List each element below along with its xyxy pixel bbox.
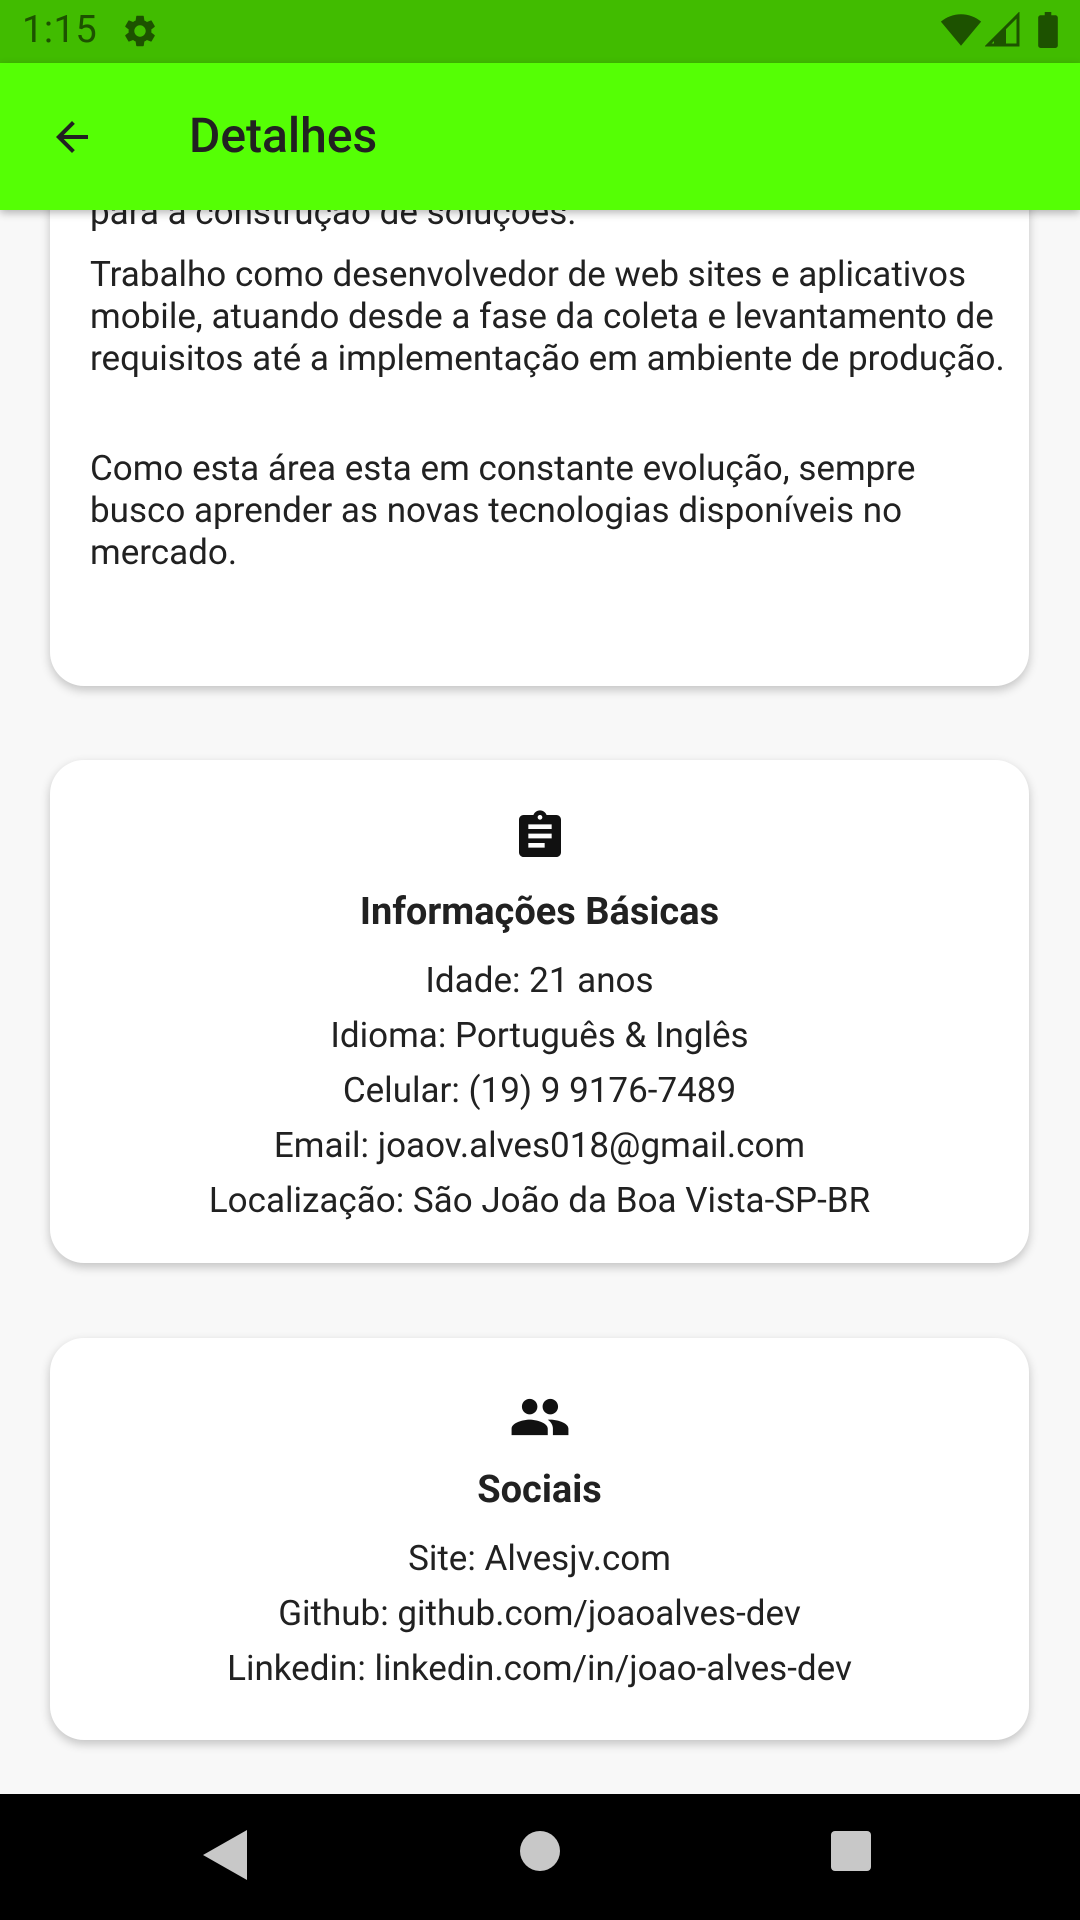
info-age: Idade: 21 anos	[425, 960, 654, 1001]
details-content[interactable]: tecnologia juntamente com a união de dif…	[0, 210, 1080, 1794]
social-card: Sociais Site: Alvesjv.com Github: github…	[50, 1338, 1029, 1740]
about-paragraph: Como esta área esta em constante evoluçã…	[90, 448, 916, 573]
info-phone: Celular: (19) 9 9176-7489	[342, 1070, 737, 1111]
status-bar: 1:15	[0, 0, 1080, 63]
social-site-link[interactable]: Site: Alvesjv.com	[50, 1538, 1029, 1579]
navigation-bar	[0, 1794, 1080, 1920]
signal-icon	[985, 12, 1020, 47]
about-paragraph: tecnologia juntamente com a união de dif…	[90, 210, 577, 233]
social-linkedin-link[interactable]: Linkedin: linkedin.com/in/joao-alves-dev	[50, 1648, 1029, 1689]
social-github-link[interactable]: Github: github.com/joaoalves-dev	[50, 1593, 1029, 1634]
app-bar: Detalhes	[0, 63, 1080, 210]
about-paragraph: Trabalho como desenvolvedor de web sites…	[90, 254, 1005, 379]
back-button[interactable]	[42, 109, 102, 165]
clipboard-icon	[50, 808, 1029, 864]
about-card: tecnologia juntamente com a união de dif…	[50, 210, 1029, 686]
nav-home-icon[interactable]	[520, 1831, 560, 1871]
settings-icon	[125, 15, 155, 47]
card-title: Informações Básicas	[359, 890, 720, 934]
battery-icon	[1038, 12, 1058, 48]
people-icon	[50, 1386, 1029, 1448]
info-language: Idioma: Português & Inglês	[330, 1015, 749, 1056]
info-email: Email: joaov.alves018@gmail.com	[273, 1125, 806, 1166]
card-title: Sociais	[477, 1468, 602, 1512]
status-time: 1:15	[22, 8, 98, 52]
arrow-back-icon	[56, 121, 88, 153]
nav-recents-icon[interactable]	[831, 1831, 871, 1871]
wifi-icon	[940, 14, 982, 46]
page-title: Detalhes	[189, 107, 378, 164]
basic-info-card: Informações Básicas Idade: 21 anos Idiom…	[50, 760, 1029, 1263]
nav-back-icon[interactable]	[203, 1830, 247, 1880]
info-location: Localização: São João da Boa Vista-SP-BR	[208, 1180, 871, 1221]
